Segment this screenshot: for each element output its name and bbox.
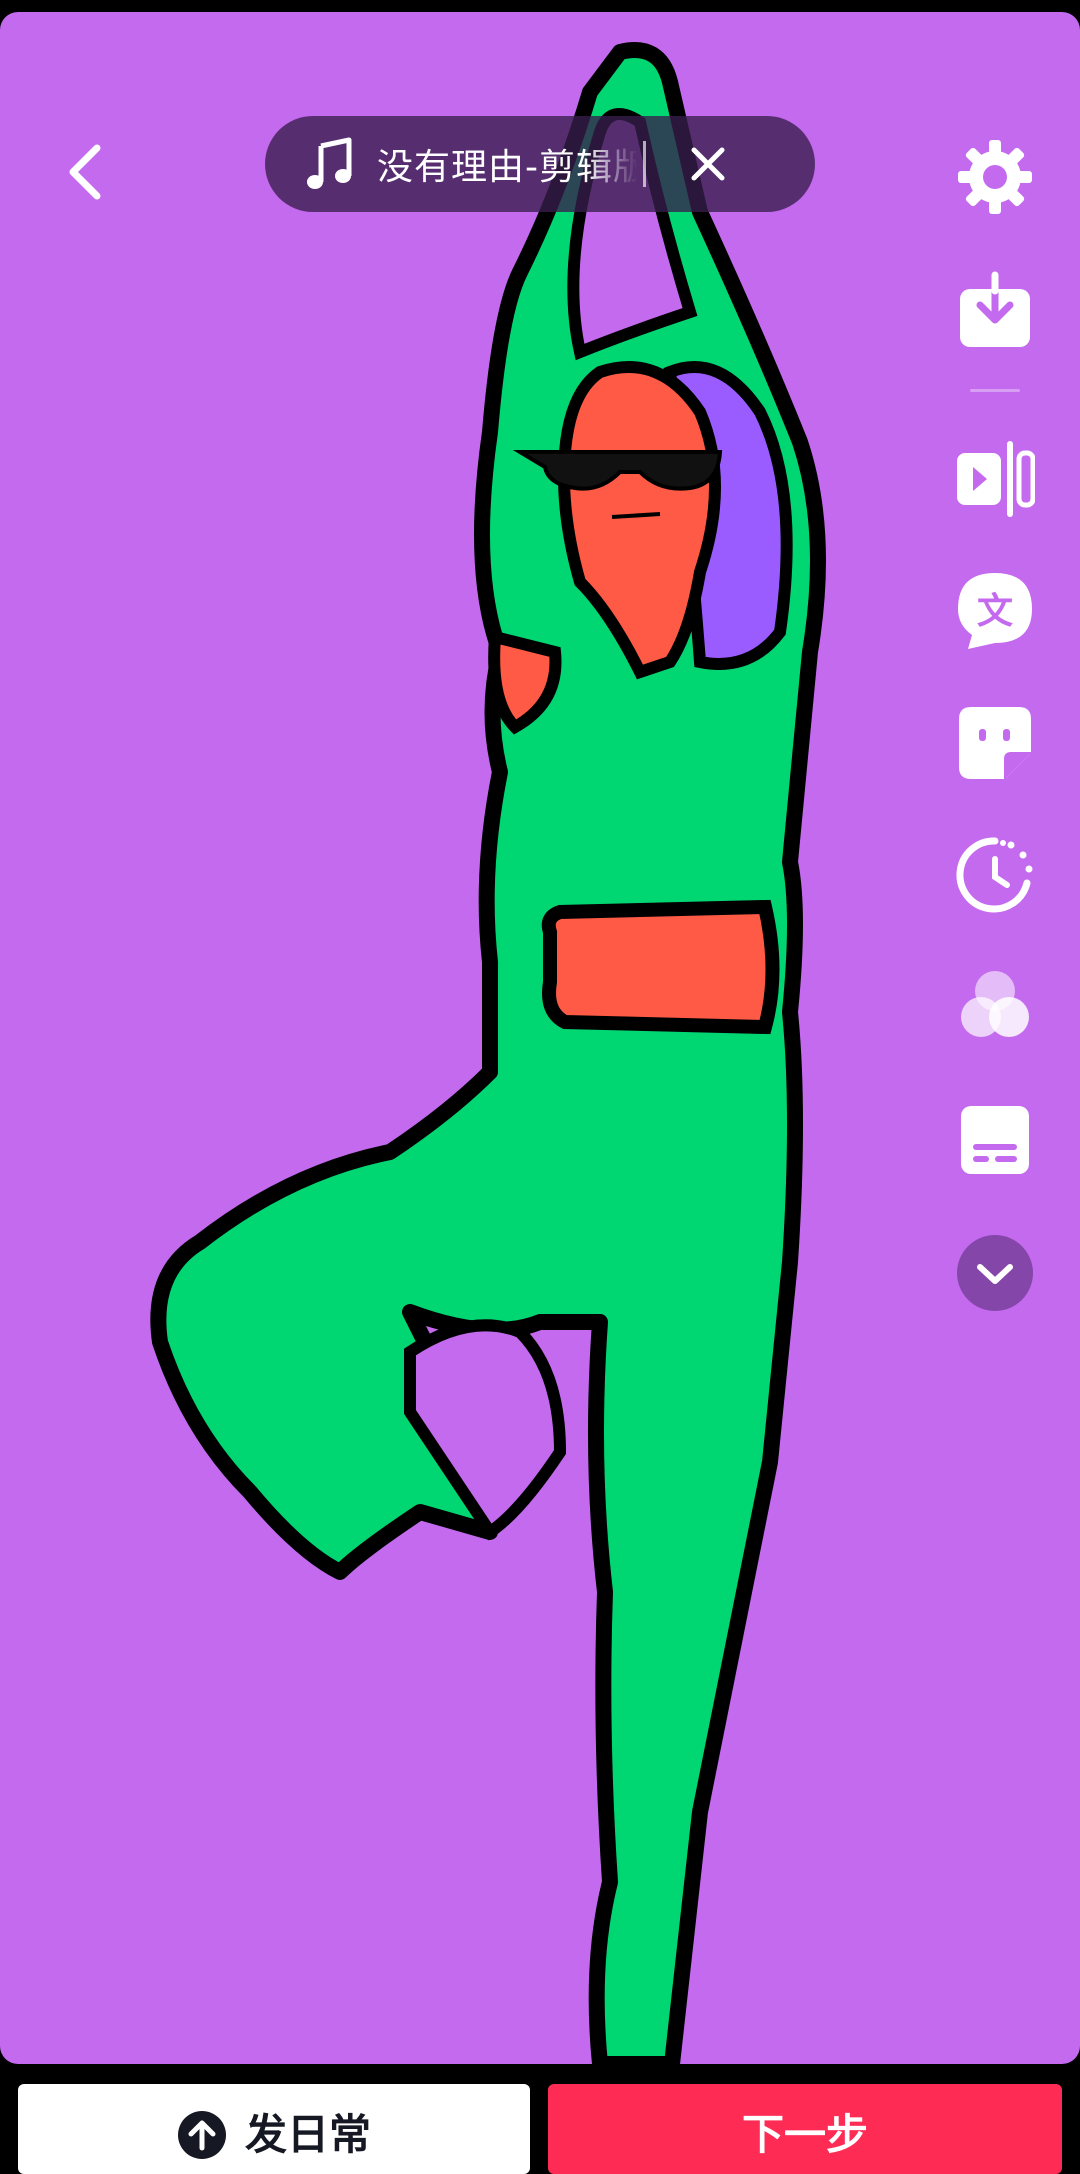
back-button[interactable] [50, 132, 120, 212]
post-daily-button[interactable]: 发日常 [18, 2084, 530, 2174]
sticker-icon [959, 707, 1031, 779]
music-selector[interactable]: 没有理由-剪辑版 [265, 116, 815, 212]
bottom-action-bar: 发日常 下一步 [0, 2064, 1080, 2174]
video-preview-canvas[interactable]: 没有理由-剪辑版 文 [0, 12, 1080, 2064]
midriff [541, 899, 780, 1035]
settings-button[interactable] [950, 132, 1040, 222]
text-icon: 文 [958, 573, 1032, 649]
download-button[interactable] [950, 265, 1040, 355]
sticker-button[interactable] [950, 698, 1040, 788]
filter-button[interactable] [950, 962, 1040, 1052]
chevron-left-icon [69, 144, 101, 200]
pill-divider [643, 141, 646, 187]
captions-icon [961, 1106, 1029, 1174]
settings-gear-icon [958, 140, 1032, 214]
upload-arrow-icon [177, 2111, 226, 2159]
close-icon[interactable] [686, 142, 730, 186]
figure-body [150, 42, 826, 2064]
expand-more-icon [957, 1235, 1033, 1311]
post-daily-label: 发日常 [244, 2110, 371, 2159]
text-button[interactable]: 文 [950, 565, 1040, 655]
dancer-illustration [150, 42, 826, 2064]
music-title: 没有理由-剪辑版 [377, 147, 637, 188]
svg-text:文: 文 [977, 591, 1013, 632]
toolbar-divider [970, 389, 1020, 392]
video-clip-icon [957, 441, 1035, 517]
download-icon [960, 271, 1030, 347]
next-step-label: 下一步 [741, 2110, 868, 2159]
video-clip-button[interactable] [950, 434, 1040, 524]
filter-icon [961, 971, 1029, 1037]
timer-button[interactable] [950, 830, 1040, 920]
expand-more-button[interactable] [950, 1228, 1040, 1318]
captions-button[interactable] [950, 1095, 1040, 1185]
timer-icon [956, 837, 1033, 913]
music-note-icon [307, 137, 352, 189]
next-step-button[interactable]: 下一步 [548, 2084, 1062, 2174]
